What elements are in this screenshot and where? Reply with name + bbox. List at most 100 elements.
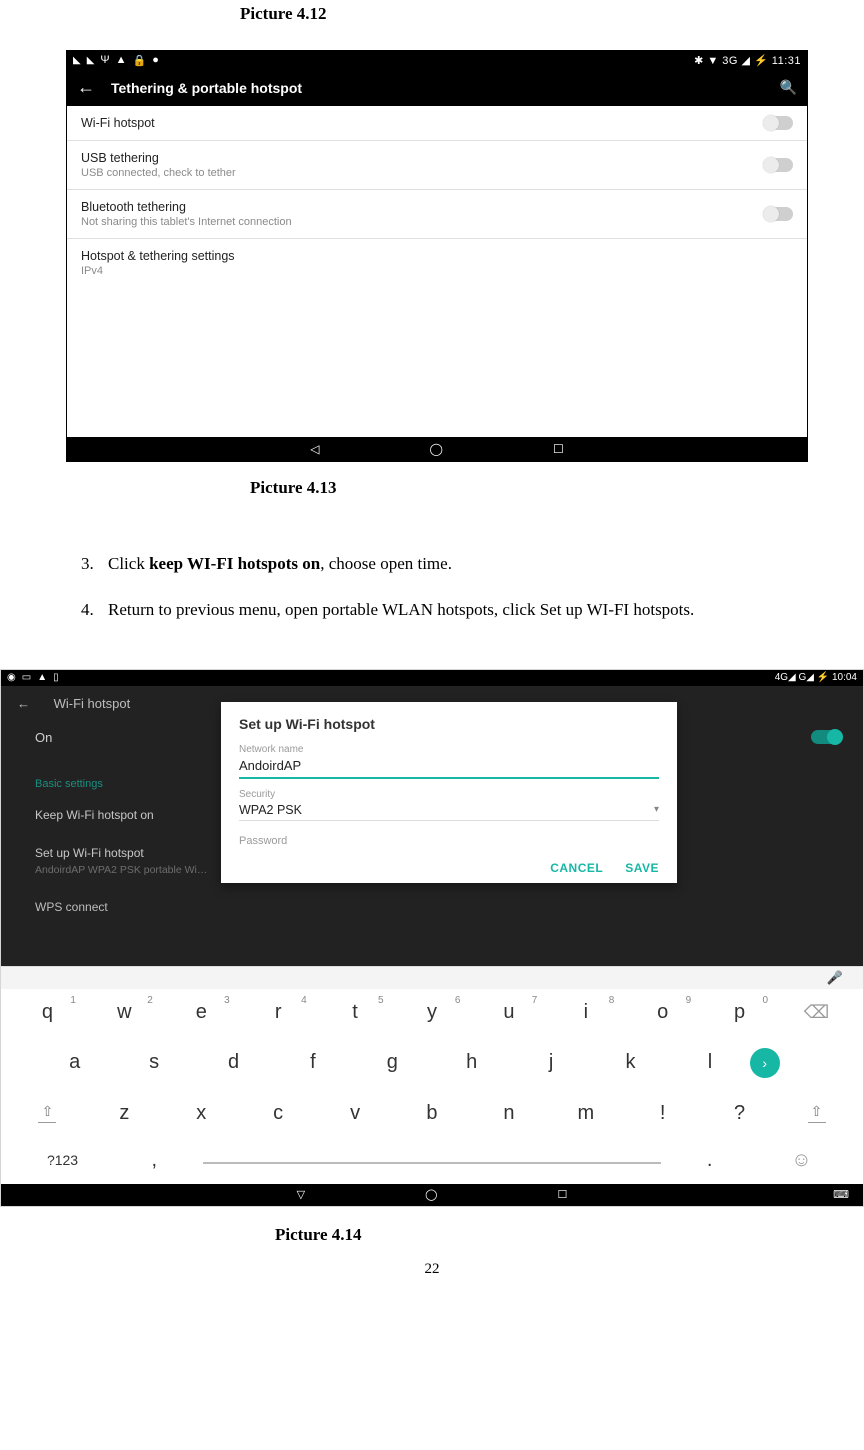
key-![interactable]: ! [624, 1096, 701, 1131]
key-w[interactable]: w2 [86, 995, 163, 1030]
key-b[interactable]: b [394, 1096, 471, 1131]
key-p[interactable]: p0 [701, 995, 778, 1030]
key-n[interactable]: n [470, 1096, 547, 1131]
key-z[interactable]: z [86, 1096, 163, 1131]
caption-4-14: Picture 4.14 [20, 1225, 844, 1245]
app-bar: ← Tethering & portable hotspot 🔍 [67, 69, 807, 106]
row-setup[interactable]: Set up Wi-Fi hotspot [35, 846, 144, 860]
key-y[interactable]: y6 [394, 995, 471, 1030]
key-o[interactable]: o9 [624, 995, 701, 1030]
status-bar: ◣ ◣ Ψ ▲ 🔒 ● ✱ ▼ 3G ◢ ⚡ 11:31 [67, 51, 807, 69]
key-t[interactable]: t5 [317, 995, 394, 1030]
status-icon: ◉ [7, 672, 16, 683]
row-bluetooth-tethering[interactable]: Bluetooth tethering Not sharing this tab… [67, 190, 807, 239]
label-security: Security [239, 789, 659, 800]
key-shift[interactable]: ⇧ [9, 1097, 86, 1129]
search-icon[interactable]: 🔍 [780, 79, 797, 96]
keyboard-icon[interactable]: ⌨ [833, 1188, 849, 1201]
key-enter[interactable]: › [750, 1042, 829, 1084]
status-icon: ◣ [73, 55, 81, 66]
key-m[interactable]: m [547, 1096, 624, 1131]
page-number: 22 [20, 1261, 844, 1278]
key-x[interactable]: x [163, 1096, 240, 1131]
row-setup-sub: AndoirdAP WPA2 PSK portable Wi… [35, 864, 207, 876]
key-g[interactable]: g [353, 1045, 432, 1080]
label-network-name: Network name [239, 744, 659, 755]
save-button[interactable]: SAVE [625, 861, 659, 875]
nav-home-icon[interactable]: ◯ [430, 442, 443, 456]
keyboard-suggestion-strip: 🎤 [1, 966, 863, 989]
screenshot-tethering: ◣ ◣ Ψ ▲ 🔒 ● ✱ ▼ 3G ◢ ⚡ 11:31 ← Tethering… [66, 50, 808, 462]
debug-icon: ● [152, 54, 159, 66]
nav-back-icon[interactable]: ◁ [310, 442, 319, 456]
android-navbar: ▽ ◯ ☐ ⌨ [1, 1184, 863, 1206]
key-r[interactable]: r4 [240, 995, 317, 1030]
row-title: Hotspot & tethering settings [81, 249, 235, 263]
screen-title: Tethering & portable hotspot [111, 80, 302, 96]
dialog-title: Set up Wi-Fi hotspot [239, 716, 659, 732]
key-f[interactable]: f [273, 1045, 352, 1080]
warning-icon: ▲ [116, 54, 127, 66]
key-k[interactable]: k [591, 1045, 670, 1080]
key-a[interactable]: a [35, 1045, 114, 1080]
key-period[interactable]: . [671, 1143, 747, 1178]
key-l[interactable]: l [670, 1045, 749, 1080]
key-v[interactable]: v [317, 1096, 394, 1131]
chevron-down-icon: ▾ [654, 804, 659, 815]
row-subtitle: Not sharing this tablet's Internet conne… [81, 216, 292, 228]
back-icon[interactable]: ← [77, 77, 95, 98]
row-usb-tethering[interactable]: USB tethering USB connected, check to te… [67, 141, 807, 190]
row-keep-on[interactable]: Keep Wi-Fi hotspot on [35, 808, 154, 822]
key-emoji[interactable]: ☺ [748, 1143, 855, 1178]
usb-icon: Ψ [100, 54, 109, 66]
toggle-on[interactable] [811, 730, 841, 744]
on-label: On [35, 730, 52, 745]
keyboard: q1w2e3r4t5y6u7i8o9p0⌫ asdfghjkl› ⇧zxcvbn… [1, 989, 863, 1184]
nav-recent-icon[interactable]: ☐ [557, 1188, 567, 1201]
toggle-off[interactable] [763, 116, 793, 130]
caption-4-12: Picture 4.12 [20, 4, 844, 24]
step-3: Click keep WI-FI hotspots on, choose ope… [98, 548, 844, 580]
key-q[interactable]: q1 [9, 995, 86, 1030]
key-symbols[interactable]: ?123 [9, 1146, 116, 1174]
nav-home-icon[interactable]: ◯ [425, 1188, 437, 1201]
key-comma[interactable]: , [116, 1143, 192, 1178]
input-network-name[interactable] [239, 755, 659, 779]
back-icon[interactable]: ← [17, 696, 30, 711]
status-icon: ◣ [87, 55, 95, 66]
status-icon: ▭ [22, 672, 31, 683]
mic-icon[interactable]: 🎤 [827, 970, 843, 986]
row-title: Bluetooth tethering [81, 200, 292, 214]
toggle-off[interactable] [763, 207, 793, 221]
label-password[interactable]: Password [239, 831, 659, 861]
key-j[interactable]: j [511, 1045, 590, 1080]
row-subtitle: USB connected, check to tether [81, 167, 236, 179]
key-?[interactable]: ? [701, 1096, 778, 1131]
key-i[interactable]: i8 [547, 995, 624, 1030]
key-d[interactable]: d [194, 1045, 273, 1080]
nav-recent-icon[interactable]: ☐ [553, 442, 564, 456]
key-space[interactable] [203, 1156, 662, 1164]
key-h[interactable]: h [432, 1045, 511, 1080]
status-right: ✱ ▼ 3G ◢ ⚡ 11:31 [694, 54, 801, 67]
row-wps[interactable]: WPS connect [35, 900, 108, 914]
key-shift[interactable]: ⇧ [778, 1097, 855, 1129]
nav-back-icon[interactable]: ▽ [297, 1188, 305, 1201]
row-hotspot-settings[interactable]: Hotspot & tethering settings IPv4 [67, 239, 807, 287]
toggle-off[interactable] [763, 158, 793, 172]
select-security[interactable]: WPA2 PSK ▾ [239, 800, 659, 821]
key-s[interactable]: s [114, 1045, 193, 1080]
row-wifi-hotspot[interactable]: Wi-Fi hotspot [67, 106, 807, 141]
instruction-list: Click keep WI-FI hotspots on, choose ope… [20, 548, 844, 627]
key-c[interactable]: c [240, 1096, 317, 1131]
caption-4-13: Picture 4.13 [20, 478, 844, 498]
lock-icon: 🔒 [133, 54, 147, 67]
step-4: Return to previous menu, open portable W… [98, 594, 844, 626]
key-u[interactable]: u7 [470, 995, 547, 1030]
key-e[interactable]: e3 [163, 995, 240, 1030]
section-basic: Basic settings [35, 778, 103, 790]
row-title: Wi-Fi hotspot [81, 116, 155, 130]
dialog-setup-hotspot: Set up Wi-Fi hotspot Network name Securi… [221, 702, 677, 883]
cancel-button[interactable]: CANCEL [550, 861, 603, 875]
key-backspace[interactable]: ⌫ [778, 996, 855, 1029]
